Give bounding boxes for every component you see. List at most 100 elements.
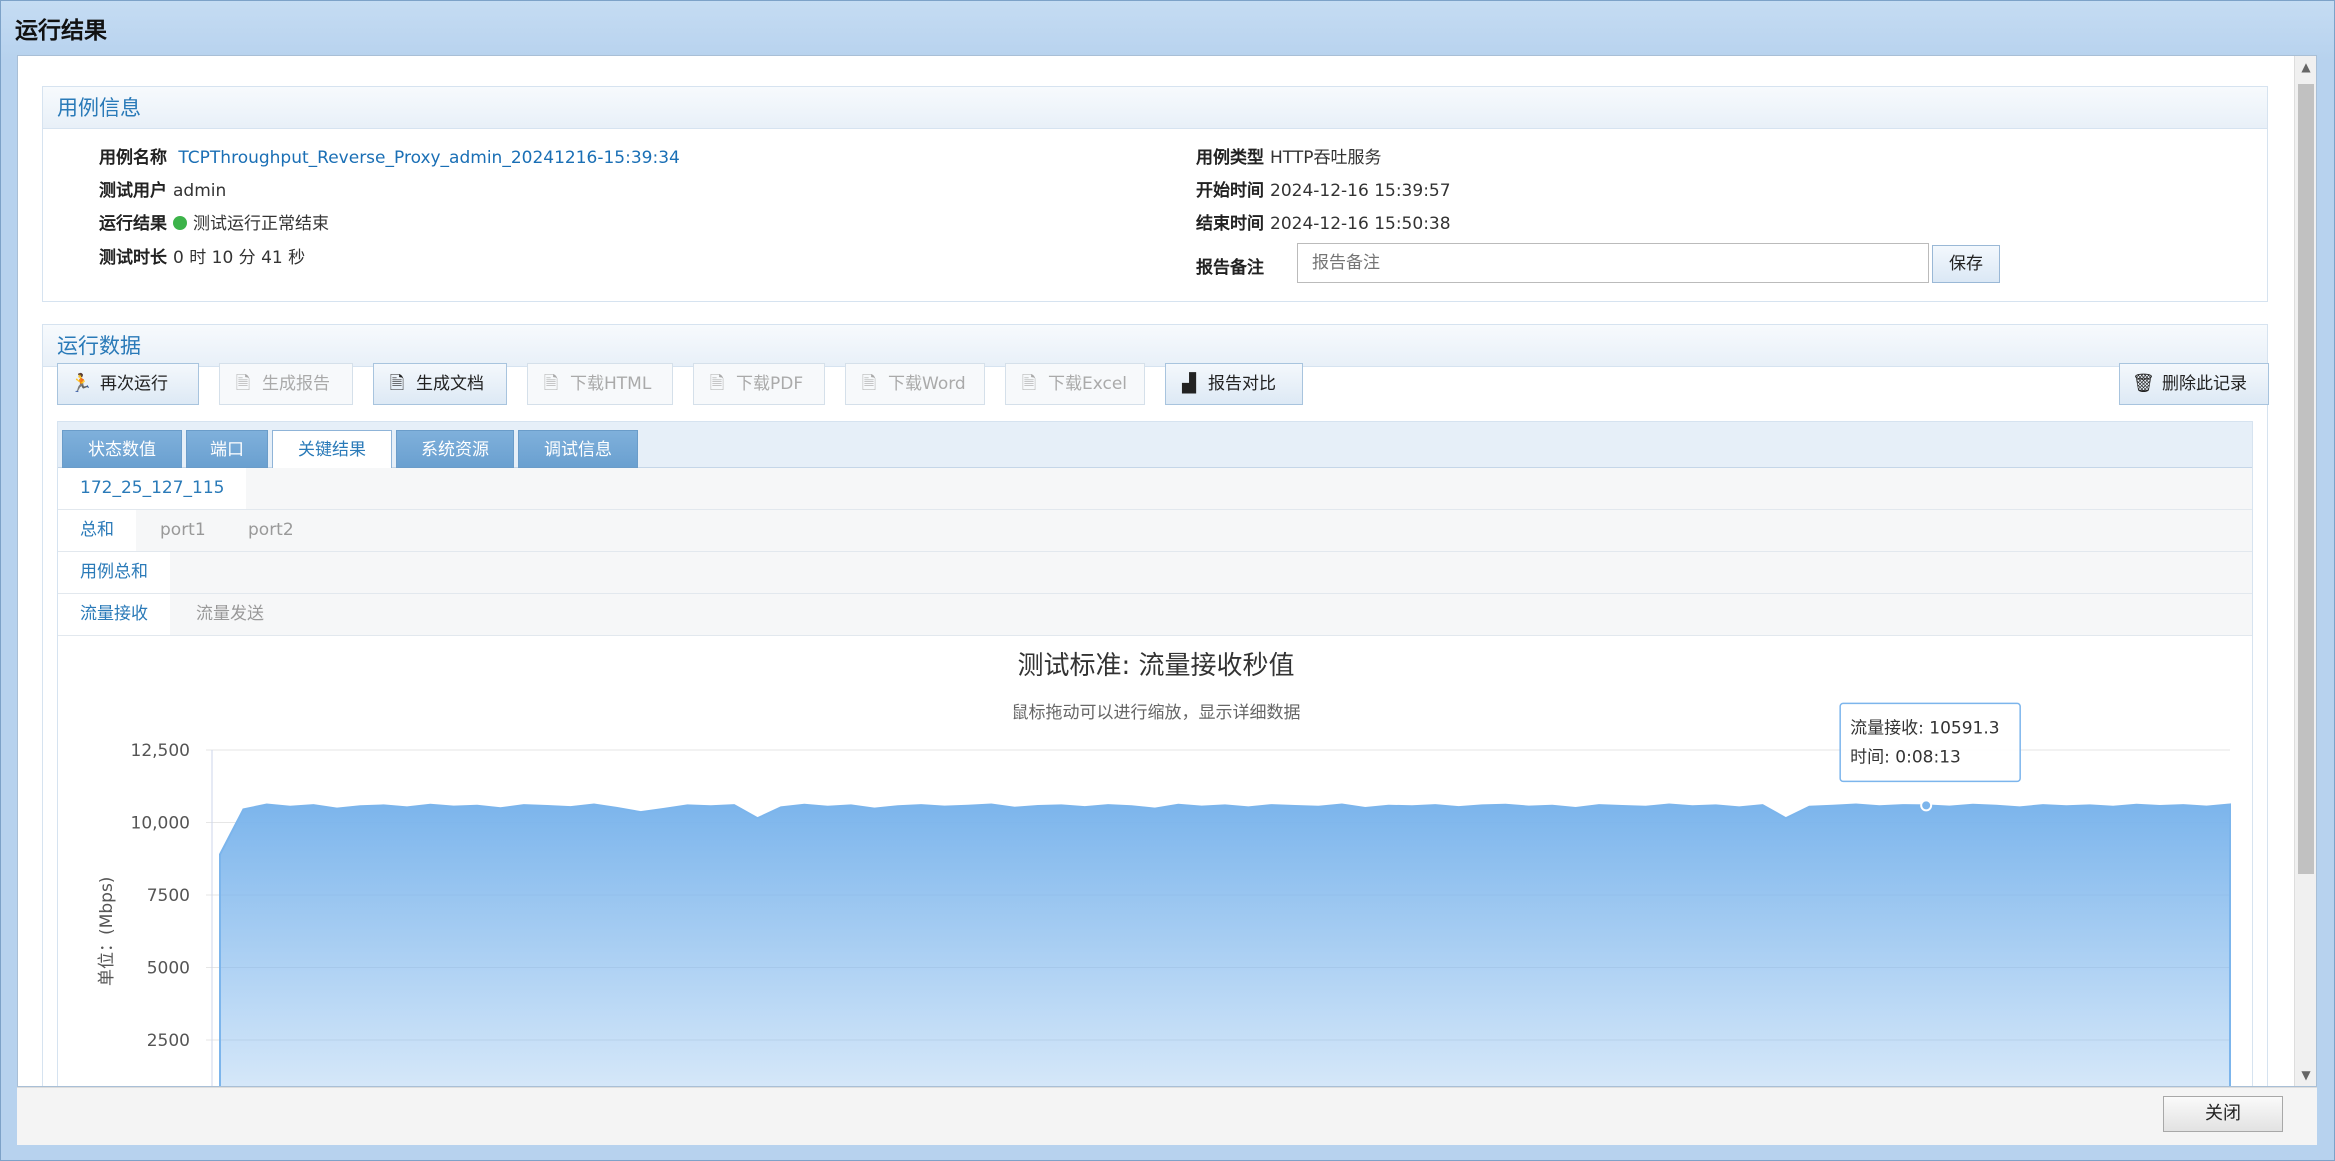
- download-excel-button[interactable]: 🗎 下载Excel: [1005, 363, 1145, 405]
- chart-tooltip: 流量接收: 10591.3 时间: 0:08:13: [1839, 702, 2021, 783]
- main-tabbar: 状态数值 端口 关键结果 系统资源 调试信息: [58, 422, 2252, 469]
- run-result-row: 运行结果 测试运行正常结束: [99, 209, 329, 234]
- case-type-row: 用例类型 HTTP吞吐服务: [1196, 143, 1382, 168]
- generate-doc-button[interactable]: 🗎 生成文档: [373, 363, 507, 405]
- scroll-thumb[interactable]: [2298, 84, 2314, 874]
- port-tab-port1[interactable]: port1: [138, 510, 228, 551]
- download-pdf-button[interactable]: 🗎 下载PDF: [693, 363, 825, 405]
- trash-icon: 🗑: [2132, 373, 2155, 394]
- end-time-label: 结束时间: [1196, 214, 1264, 234]
- document-icon: 🗎: [235, 373, 251, 394]
- bar-chart-icon: ▟: [1182, 373, 1196, 394]
- chart-y-ticks: 12,500 10,000 7500 5000 2500: [131, 741, 190, 1051]
- chart-y-axis-label: 单位：(Mbps): [97, 877, 117, 986]
- success-status-icon: [173, 216, 187, 230]
- chart-y-tick-label: 7500: [147, 886, 190, 906]
- case-name-row: 用例名称 TCPThroughput_Reverse_Proxy_admin_2…: [99, 143, 680, 168]
- generate-report-label: 生成报告: [262, 374, 330, 394]
- start-time-label: 开始时间: [1196, 181, 1264, 201]
- run-result-value: 测试运行正常结束: [193, 214, 329, 234]
- tab-debug-info[interactable]: 调试信息: [518, 430, 638, 468]
- port-tabbar: 总和 port1 port2: [58, 510, 2252, 552]
- dialog-footer: 关闭: [17, 1087, 2317, 1145]
- chart-y-tick-label: 2500: [147, 1031, 190, 1051]
- test-user-label: 测试用户: [99, 181, 167, 201]
- compare-report-label: 报告对比: [1208, 374, 1276, 394]
- rerun-button[interactable]: 🏃 再次运行: [57, 363, 199, 405]
- test-user-row: 测试用户 admin: [99, 176, 226, 201]
- html-file-icon: 🗎: [543, 373, 559, 394]
- flow-tab-receive[interactable]: 流量接收: [58, 594, 170, 635]
- end-time-row: 结束时间 2024-12-16 15:50:38: [1196, 209, 1451, 234]
- delete-record-label: 删除此记录: [2162, 374, 2247, 394]
- download-html-label: 下载HTML: [570, 374, 652, 394]
- tab-ports[interactable]: 端口: [186, 430, 268, 468]
- save-button[interactable]: 保存: [1932, 245, 2000, 283]
- generate-report-button[interactable]: 🗎 生成报告: [219, 363, 353, 405]
- case-type-label: 用例类型: [1196, 148, 1264, 168]
- result-dialog: 运行结果 用例信息 用例名称 TCPThroughput_Reverse_Pro…: [0, 0, 2335, 1161]
- compare-report-button[interactable]: ▟ 报告对比: [1165, 363, 1303, 405]
- close-button[interactable]: 关闭: [2163, 1096, 2283, 1132]
- series-area-receive: [219, 803, 2231, 1086]
- result-tabs-container: 状态数值 端口 关键结果 系统资源 调试信息 172_25_127_115 总和…: [57, 421, 2254, 1087]
- generate-doc-label: 生成文档: [416, 374, 484, 394]
- flow-tabbar: 流量接收 流量发送: [58, 594, 2252, 636]
- download-pdf-label: 下载PDF: [736, 374, 804, 394]
- chart-svg[interactable]: 测试标准: 流量接收秒值 鼠标拖动可以进行缩放，显示详细数据 12,500 10,…: [58, 636, 2254, 1087]
- tab-key-results[interactable]: 关键结果: [272, 430, 392, 469]
- tab-system-resources[interactable]: 系统资源: [396, 430, 514, 468]
- chart-title: 测试标准: 流量接收秒值: [1017, 651, 1294, 681]
- case-info-heading: 用例信息: [43, 87, 2267, 129]
- case-name-label: 用例名称: [99, 148, 167, 168]
- dialog-body: 用例信息 用例名称 TCPThroughput_Reverse_Proxy_ad…: [17, 55, 2317, 1087]
- run-result-label: 运行结果: [99, 214, 167, 234]
- vertical-scrollbar[interactable]: ▲ ▼: [2294, 56, 2316, 1086]
- report-note-label: 报告备注: [1196, 258, 1264, 278]
- download-html-button[interactable]: 🗎 下载HTML: [527, 363, 673, 405]
- chart-tooltip-box: [1839, 702, 2021, 783]
- chart-tooltip-value: 流量接收: 10591.3: [1850, 718, 1999, 738]
- report-note-input[interactable]: [1297, 243, 1929, 283]
- report-note-row: 报告备注: [1196, 253, 1270, 278]
- dialog-title: 运行结果: [15, 18, 107, 44]
- delete-record-button[interactable]: 🗑 删除此记录: [2119, 363, 2269, 405]
- duration-label: 测试时长: [99, 248, 167, 268]
- scope-tabbar: 用例总和: [58, 552, 2252, 594]
- pdf-doc-icon: 🗎: [389, 373, 405, 394]
- case-type-value: HTTP吞吐服务: [1270, 148, 1382, 168]
- pdf-file-icon: 🗎: [709, 373, 725, 394]
- case-info-section: 用例信息 用例名称 TCPThroughput_Reverse_Proxy_ad…: [42, 86, 2268, 302]
- download-word-button[interactable]: 🗎 下载Word: [845, 363, 985, 405]
- port-tab-port2[interactable]: port2: [226, 510, 316, 551]
- download-word-label: 下载Word: [888, 374, 966, 394]
- scroll-up-arrow-icon[interactable]: ▲: [2295, 56, 2316, 78]
- chart-tooltip-time: 时间: 0:08:13: [1850, 747, 1961, 767]
- scroll-down-arrow-icon[interactable]: ▼: [2295, 1064, 2316, 1086]
- port-tab-total[interactable]: 总和: [58, 510, 136, 551]
- run-data-heading: 运行数据: [43, 325, 2267, 367]
- word-file-icon: 🗎: [861, 373, 877, 394]
- chart-y-tick-label: 12,500: [131, 741, 190, 761]
- throughput-chart[interactable]: 测试标准: 流量接收秒值 鼠标拖动可以进行缩放，显示详细数据 12,500 10,…: [58, 636, 2254, 1087]
- chart-y-tick-label: 5000: [147, 959, 190, 979]
- start-time-row: 开始时间 2024-12-16 15:39:57: [1196, 176, 1451, 201]
- duration-row: 测试时长 0 时 10 分 41 秒: [99, 243, 305, 268]
- test-user-value: admin: [173, 181, 227, 201]
- scope-tab-case-total[interactable]: 用例总和: [58, 552, 170, 593]
- download-excel-label: 下载Excel: [1048, 374, 1128, 394]
- start-time-value: 2024-12-16 15:39:57: [1270, 181, 1451, 201]
- chart-y-tick-label: 10,000: [131, 814, 190, 834]
- chart-subtitle: 鼠标拖动可以进行缩放，显示详细数据: [1012, 703, 1301, 723]
- end-time-value: 2024-12-16 15:50:38: [1270, 214, 1451, 234]
- running-man-icon: 🏃: [70, 373, 93, 394]
- duration-value: 0 时 10 分 41 秒: [173, 248, 306, 268]
- chart-hover-point: [1920, 799, 1933, 812]
- host-tab[interactable]: 172_25_127_115: [58, 468, 247, 509]
- excel-file-icon: 🗎: [1021, 373, 1037, 394]
- rerun-button-label: 再次运行: [100, 374, 168, 394]
- flow-tab-send[interactable]: 流量发送: [174, 594, 286, 635]
- case-name-link[interactable]: TCPThroughput_Reverse_Proxy_admin_202412…: [178, 148, 679, 168]
- tab-status-values[interactable]: 状态数值: [62, 430, 182, 468]
- host-tabbar: 172_25_127_115: [58, 468, 2252, 510]
